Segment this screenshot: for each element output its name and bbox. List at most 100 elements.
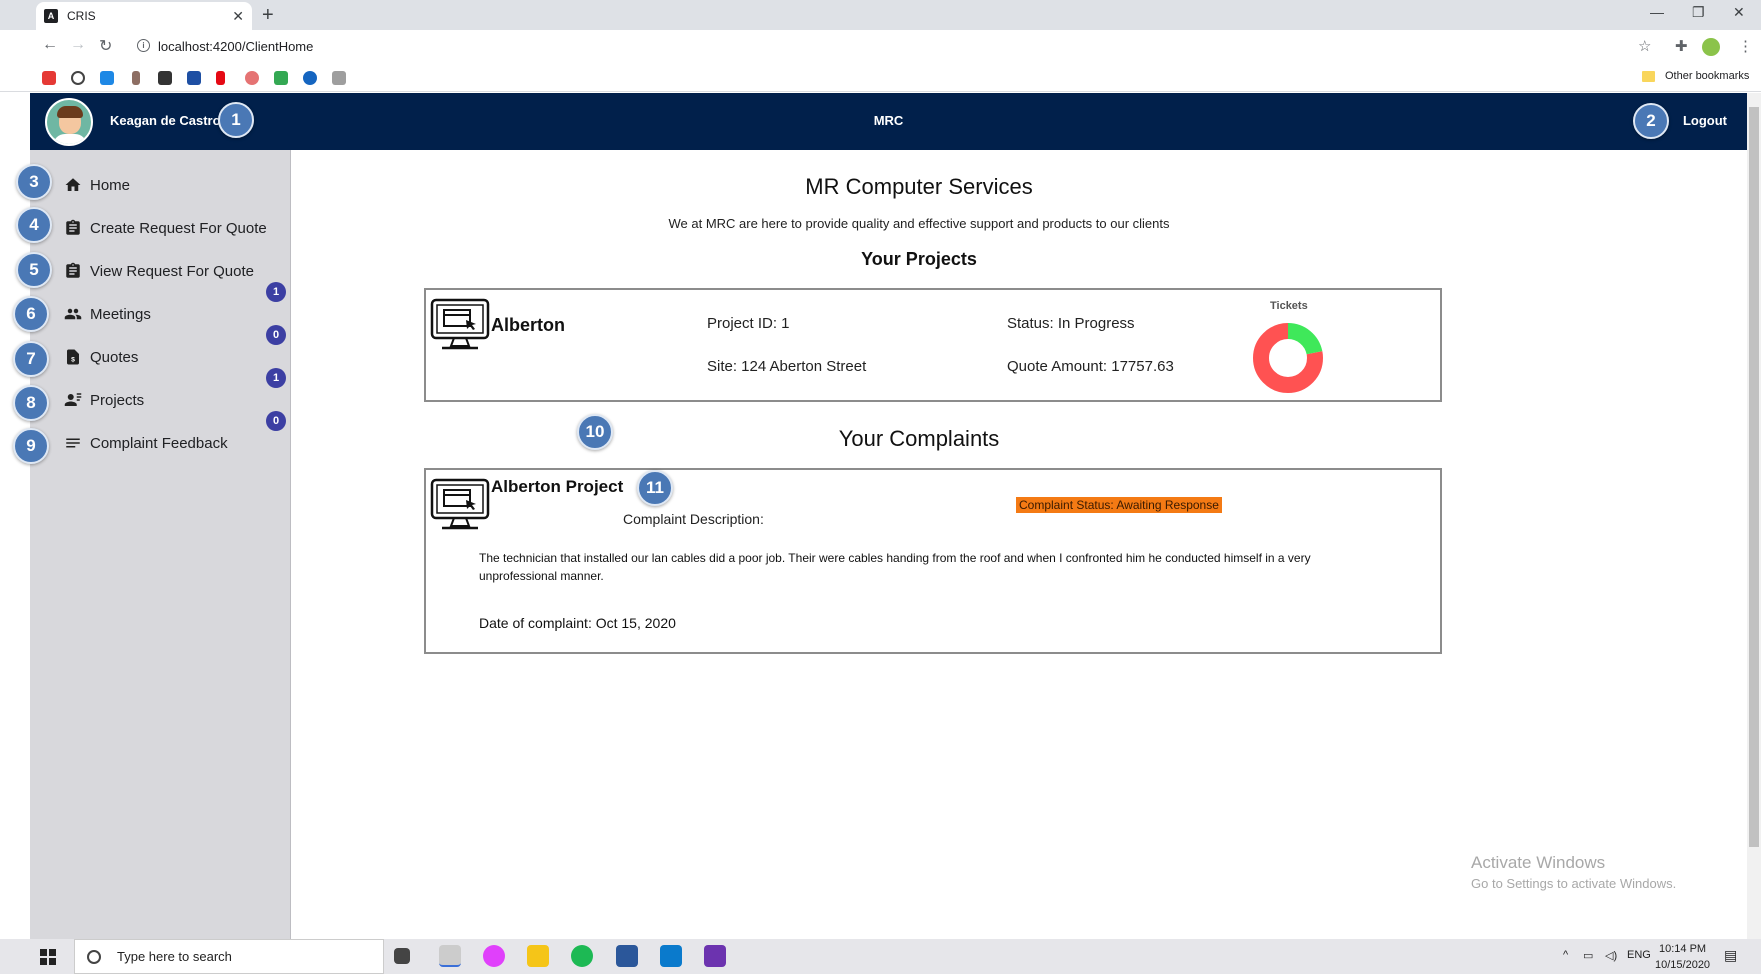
avatar-shirt [53,134,87,144]
bookmark-icon-8[interactable] [245,71,259,85]
sidebar-item-label: Quotes [90,348,139,366]
project-quote-amount: Quote Amount: 17757.63 [1007,358,1174,375]
youtube-icon[interactable] [42,71,56,85]
projects-heading: Your Projects [861,249,977,269]
tray-chevron-icon[interactable]: ^ [1563,949,1568,961]
close-window-button[interactable]: ✕ [1733,4,1745,21]
play-store-icon[interactable] [100,71,114,85]
project-card[interactable]: Alberton Project ID: 1 Site: 124 Aberton… [424,288,1442,402]
google-drive-icon[interactable] [274,71,288,85]
file-explorer-icon[interactable] [527,945,549,967]
taskbar-search-input[interactable]: Type here to search [74,939,384,974]
back-arrow-icon[interactable]: ← [42,36,58,54]
taskbar-search-placeholder: Type here to search [117,949,232,964]
monitor-icon [430,478,490,530]
clock-date: 10/15/2020 [1655,959,1711,971]
project-status: Status: In Progress [1007,315,1135,332]
taskbar-clock[interactable]: 10:14 PM 10/15/2020 [1655,941,1710,973]
itunes-icon[interactable] [483,945,505,967]
other-bookmarks[interactable]: Other bookmarks [1642,70,1749,82]
sidebar-item-quotes[interactable]: $ Quotes [64,345,138,369]
list-lines-icon [66,438,80,448]
clipboard-icon [66,262,80,278]
vscode-icon[interactable] [660,945,682,967]
tab-close-icon[interactable]: ✕ [232,8,244,25]
bookmark-icon-6[interactable] [187,71,201,85]
project-name: Alberton [491,315,565,335]
network-icon[interactable]: ▭ [1583,949,1593,962]
bookmark-star-icon[interactable]: ☆ [1638,37,1651,55]
netflix-icon[interactable] [216,71,225,85]
app-header: Keagan de Castro MRC Logout [30,93,1747,150]
sidebar-item-projects[interactable]: Projects [64,388,144,412]
browser-menu-icon[interactable]: ⋮ [1738,37,1753,55]
visual-studio-icon[interactable] [704,945,726,967]
restore-button[interactable]: ❐ [1692,4,1705,21]
complaint-project-name: Alberton Project [491,477,624,496]
page-scrollbar[interactable] [1747,93,1761,939]
speedometer-icon[interactable] [71,71,85,85]
sidebar-item-view-rfq[interactable]: View Request For Quote [64,259,254,283]
profile-avatar-icon[interactable] [1702,38,1720,56]
address-bar[interactable]: localhost:4200/ClientHome [158,39,313,54]
complaint-description-label: Complaint Description: [623,511,764,527]
page-subtitle: We at MRC are here to provide quality an… [668,216,1170,231]
complaint-date: Date of complaint: Oct 15, 2020 [479,615,676,631]
meetings-count-badge: 1 [266,282,286,302]
callout-9: 9 [13,428,49,464]
projects-count-badge: 1 [266,368,286,388]
callout-3: 3 [16,164,52,200]
svg-text:$: $ [71,357,75,364]
complaint-card[interactable]: Alberton Project Complaint Description: … [424,468,1442,654]
bookmark-icon-5[interactable] [158,71,172,85]
extensions-icon[interactable]: ✚ [1675,37,1688,55]
forward-arrow-icon[interactable]: → [70,36,86,54]
clipboard-icon [66,219,80,235]
sidebar-item-home[interactable]: Home [64,173,130,197]
angular-icon: A [44,9,58,23]
activate-windows-watermark: Activate Windows Go to Settings to activ… [1471,853,1676,891]
sidebar-item-meetings[interactable]: Meetings [64,302,151,326]
notifications-icon[interactable]: ▤ [1724,947,1737,964]
language-indicator[interactable]: ENG [1627,949,1651,961]
callout-5: 5 [16,252,52,288]
bookmarks-bar: Other bookmarks [0,64,1761,92]
new-tab-button[interactable]: + [262,4,274,27]
reload-icon[interactable]: ↻ [99,36,112,56]
bookmark-icon-11[interactable] [332,71,346,85]
page-title: MR Computer Services [805,174,1033,199]
windows-start-icon[interactable] [40,949,56,965]
complaints-heading: Your Complaints [838,426,1000,451]
browser-tab[interactable]: A CRIS ✕ [36,2,252,30]
task-view-icon[interactable] [394,948,410,964]
logout-button[interactable]: Logout [1683,113,1727,128]
people-icon [64,308,82,320]
browser-toolbar: ← → ↻ i localhost:4200/ClientHome ☆ ✚ ⋮ [0,30,1761,64]
project-person-icon [64,393,82,406]
brand-title: MRC [873,113,904,128]
other-bookmarks-label: Other bookmarks [1665,70,1750,82]
chrome-icon[interactable] [439,945,461,967]
spotify-icon[interactable] [571,945,593,967]
scrollbar-thumb[interactable] [1749,107,1759,847]
minimize-button[interactable]: — [1650,4,1664,20]
bookmark-icon-4[interactable] [132,71,140,85]
windows-taskbar: Type here to search ^ ▭ ◁) ENG 10:14 PM … [0,939,1761,974]
bookmark-icon-10[interactable] [303,71,317,85]
callout-6: 6 [13,296,49,332]
sidebar-item-complaint-feedback[interactable]: Complaint Feedback [64,431,228,455]
sidebar-item-label: View Request For Quote [90,262,254,280]
callout-2: 2 [1633,103,1669,139]
sidebar-item-label: Complaint Feedback [90,434,228,452]
home-icon [65,178,81,191]
monitor-icon [430,298,490,350]
volume-icon[interactable]: ◁) [1605,949,1617,962]
sidebar-item-create-rfq[interactable]: Create Request For Quote [64,216,267,240]
browser-tabstrip: A CRIS ✕ + — ❐ ✕ [0,0,1761,30]
quotes-count-badge: 0 [266,325,286,345]
site-info-icon[interactable]: i [137,39,150,52]
sidebar: Home Create Request For Quote View Reque… [30,150,291,939]
callout-8: 8 [13,385,49,421]
watermark-line-2: Go to Settings to activate Windows. [1471,876,1677,891]
word-icon[interactable] [616,945,638,967]
